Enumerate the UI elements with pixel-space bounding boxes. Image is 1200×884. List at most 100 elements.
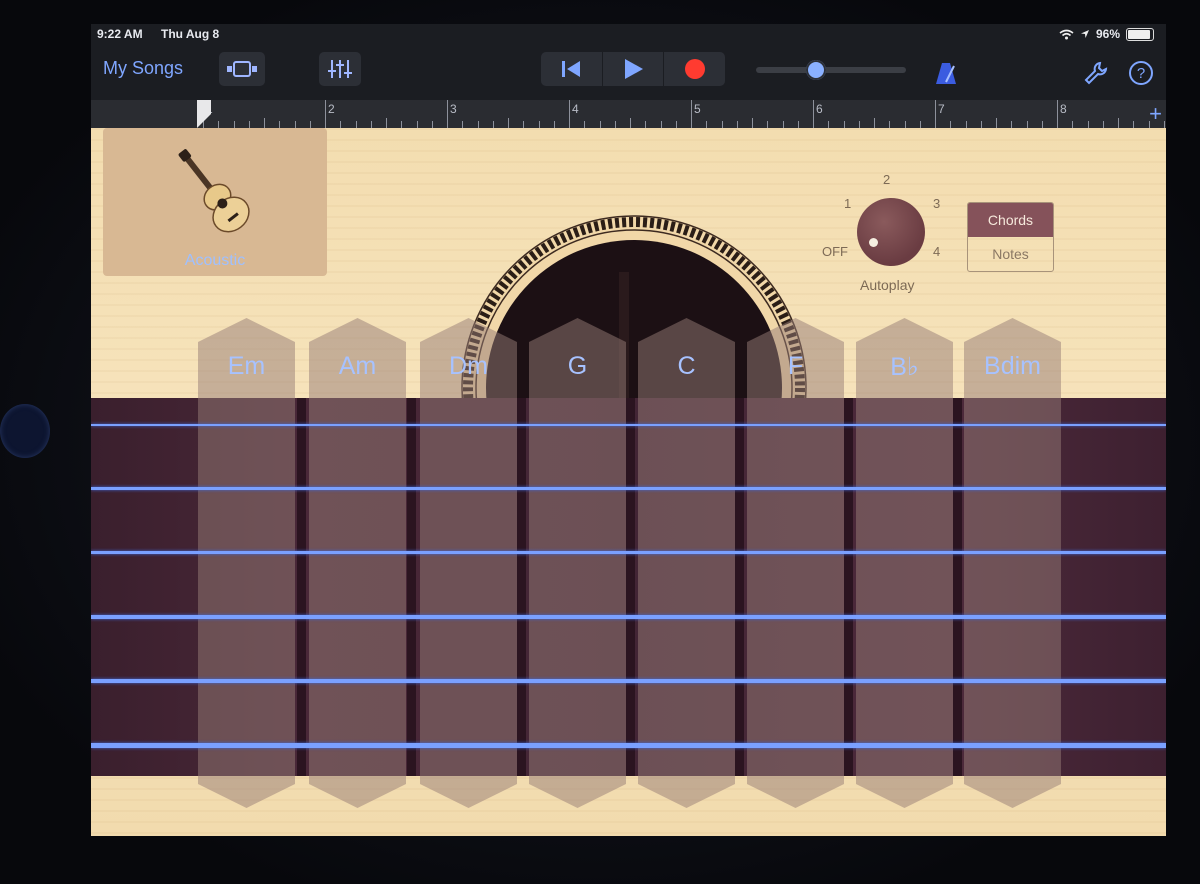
ruler-tick — [1087, 121, 1089, 128]
ruler-tick — [919, 121, 921, 128]
fret-divider — [626, 398, 635, 776]
ruler-tick — [1057, 100, 1058, 128]
guitar-string-3[interactable] — [91, 551, 1166, 554]
battery-percent: 96% — [1095, 27, 1120, 41]
home-button[interactable] — [0, 404, 50, 458]
mixer-button[interactable] — [319, 52, 361, 86]
ruler-bar-label: 7 — [938, 102, 945, 116]
ruler-tick — [386, 118, 387, 128]
ruler-tick — [797, 121, 799, 128]
ruler-bar-label: 5 — [694, 102, 701, 116]
ruler-tick — [874, 118, 875, 128]
view-toggle-icon — [227, 61, 257, 77]
help-icon[interactable]: ? — [1128, 60, 1154, 86]
chord-label: Em — [227, 352, 266, 380]
ruler-tick — [813, 100, 814, 128]
ruler-tick — [1118, 118, 1119, 128]
transport-controls — [541, 52, 725, 86]
fret-divider — [407, 398, 416, 776]
rewind-button[interactable] — [541, 52, 603, 86]
ruler-bar-label: 2 — [328, 102, 335, 116]
fret-divider — [735, 398, 744, 776]
ruler-tick — [630, 118, 631, 128]
ruler-bar-label: 4 — [572, 102, 579, 116]
status-date: Thu Aug 8 — [161, 27, 220, 41]
guitar-string-2[interactable] — [91, 487, 1166, 490]
chord-strip-shape — [529, 318, 626, 808]
ruler-tick — [1041, 121, 1043, 128]
chord-label: B♭ — [890, 353, 919, 381]
ruler-tick — [721, 121, 723, 128]
ruler-tick — [1072, 121, 1074, 128]
status-bar: 9:22 AM Thu Aug 8 96% — [91, 24, 1166, 46]
ruler-tick — [477, 121, 479, 128]
app-screen: 9:22 AM Thu Aug 8 96% My Songs ? 2 3 4 5… — [91, 24, 1166, 836]
ruler-tick — [645, 121, 647, 128]
ruler-tick — [782, 121, 784, 128]
play-button[interactable] — [603, 52, 665, 86]
chord-label: G — [567, 352, 588, 380]
wifi-icon — [1059, 29, 1074, 39]
ruler-tick — [828, 121, 830, 128]
ruler-tick — [508, 118, 509, 128]
ruler-tick — [325, 100, 326, 128]
volume-slider-thumb[interactable] — [806, 60, 826, 80]
svg-text:?: ? — [1137, 65, 1145, 82]
fret-divider — [953, 398, 962, 776]
ruler-tick — [431, 121, 433, 128]
ruler-tick — [614, 121, 616, 128]
volume-slider[interactable] — [756, 60, 906, 80]
status-right: 96% — [1059, 27, 1154, 41]
battery-icon — [1126, 27, 1154, 41]
ruler-tick — [904, 121, 906, 128]
timeline-ruler[interactable]: 12345678 + — [91, 100, 1166, 128]
wrench-icon[interactable] — [1083, 60, 1109, 86]
ruler-tick — [767, 121, 769, 128]
ruler-tick — [691, 100, 692, 128]
guitar-string-5[interactable] — [91, 679, 1166, 683]
chord-strip-shape — [638, 318, 735, 808]
ruler-tick — [569, 100, 570, 128]
ruler-tick — [752, 118, 753, 128]
ruler-tick — [889, 121, 891, 128]
ruler-tick — [584, 121, 586, 128]
ruler-tick — [492, 121, 494, 128]
metronome-icon[interactable] — [933, 60, 959, 86]
ruler-tick — [294, 121, 296, 128]
chord-strip-shape — [198, 318, 295, 808]
chord-strip-shape — [856, 318, 953, 808]
ruler-tick — [538, 121, 540, 128]
ruler-bar-label: 6 — [816, 102, 823, 116]
ruler-tick — [675, 121, 677, 128]
chord-strip-shape — [747, 318, 844, 808]
chord-label: C — [677, 352, 696, 380]
ruler-tick — [370, 121, 372, 128]
chord-strip-shape — [309, 318, 406, 808]
record-button[interactable] — [664, 52, 725, 86]
ruler-tick — [935, 100, 936, 128]
ruler-tick — [660, 121, 662, 128]
guitar-string-6[interactable] — [91, 743, 1166, 748]
control-bar: My Songs ? — [91, 46, 1166, 98]
ruler-tick — [523, 121, 525, 128]
ruler-tick — [1102, 121, 1104, 128]
playhead-icon[interactable] — [197, 100, 211, 128]
ruler-tick — [996, 118, 997, 128]
add-section-button[interactable]: + — [1149, 101, 1162, 127]
ruler-tick — [401, 121, 403, 128]
fret-divider — [517, 398, 526, 776]
ruler-tick — [447, 100, 448, 128]
ruler-tick — [355, 121, 357, 128]
ruler-tick — [264, 118, 265, 128]
ruler-bar-label: 3 — [450, 102, 457, 116]
guitar-string-4[interactable] — [91, 615, 1166, 619]
ruler-tick — [218, 121, 220, 128]
guitar-string-1[interactable] — [91, 424, 1166, 426]
chord-strip-shape — [964, 318, 1061, 808]
view-toggle-button[interactable] — [219, 52, 265, 86]
chord-label: F — [787, 352, 804, 380]
fret-divider — [297, 398, 306, 776]
ruler-tick — [416, 121, 418, 128]
ruler-tick — [462, 121, 464, 128]
my-songs-button[interactable]: My Songs — [103, 58, 183, 79]
